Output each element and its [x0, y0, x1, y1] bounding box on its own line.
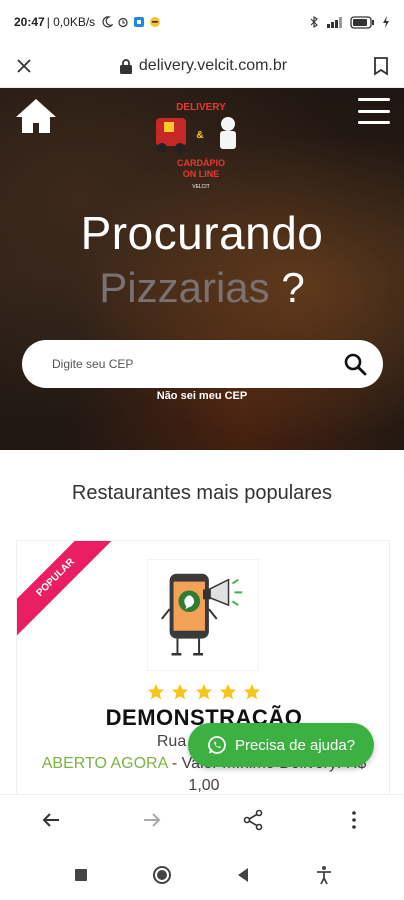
recent-apps-button[interactable]	[64, 858, 98, 892]
browser-url-bar: delivery.velcit.com.br	[0, 44, 404, 88]
status-icons	[101, 16, 161, 28]
whatsapp-icon	[208, 736, 226, 754]
open-status: ABERTO AGORA	[41, 755, 168, 772]
emoji-notification-icon	[150, 17, 161, 27]
logo-line1: DELIVERY	[176, 102, 226, 113]
close-icon[interactable]	[14, 56, 34, 76]
help-whatsapp-button[interactable]: Precisa de ajuda?	[188, 723, 374, 767]
signal-icon	[327, 17, 342, 28]
hero-subtitle: Pizzarias ?	[0, 264, 404, 312]
back-arrow-icon	[42, 812, 59, 827]
logo-brand: VELCIT	[192, 184, 210, 190]
star-icon	[219, 683, 237, 700]
cep-search-bar	[22, 340, 383, 388]
browser-bottom-toolbar	[0, 794, 404, 844]
cep-input[interactable]	[52, 357, 341, 371]
moon-icon	[102, 16, 114, 28]
search-button[interactable]	[341, 350, 369, 378]
popular-ribbon: POPULAR	[17, 541, 121, 647]
forward-button[interactable]	[132, 800, 172, 840]
bluetooth-icon	[310, 16, 318, 28]
circle-icon	[152, 866, 171, 884]
section-title: Restaurantes mais populares	[71, 482, 333, 504]
back-button[interactable]	[31, 800, 71, 840]
logo-line3: ON LINE	[183, 169, 220, 179]
url-display[interactable]: delivery.velcit.com.br	[34, 57, 372, 75]
star-icon	[171, 683, 189, 700]
no-cep-link[interactable]: Não sei meu CEP	[0, 390, 404, 402]
share-icon	[243, 809, 262, 830]
star-icon	[195, 683, 213, 700]
url-text: delivery.velcit.com.br	[138, 56, 288, 74]
system-nav-bar	[0, 850, 404, 900]
star-icon	[147, 683, 165, 700]
forward-arrow-icon	[143, 812, 160, 827]
home-icon[interactable]	[14, 96, 58, 136]
restaurant-card[interactable]: POPULAR DEMONSTRAÇÃO Rua Rua Ves ABERTO …	[16, 540, 390, 810]
status-right	[308, 15, 390, 29]
status-time: 20:47	[14, 15, 45, 29]
home-system-button[interactable]	[145, 858, 179, 892]
status-bar: 20:47 | 0,0KB/s	[0, 0, 404, 44]
status-network-speed: | 0,0KB/s	[46, 15, 96, 29]
accessibility-button[interactable]	[307, 858, 341, 892]
square-icon	[74, 869, 87, 881]
hero-highlight-word: Pizzarias	[99, 264, 270, 311]
page: 20:47 | 0,0KB/s delivery.velcit.com.br D…	[0, 0, 404, 900]
hero-title: Procurando	[80, 207, 324, 259]
more-vert-icon	[351, 810, 356, 829]
lock-icon	[119, 58, 132, 74]
alarm-icon	[118, 17, 128, 28]
rating-stars	[17, 683, 389, 701]
back-system-button[interactable]	[226, 858, 260, 892]
min-order-value: 1,00	[188, 777, 220, 794]
site-logo[interactable]: DELIVERY & CARDÁPIO ON LINE VELCIT	[150, 96, 252, 192]
bookmark-icon[interactable]	[372, 56, 390, 76]
hero-question-mark: ?	[269, 264, 305, 311]
popular-badge: POPULAR	[17, 541, 119, 641]
share-button[interactable]	[233, 800, 273, 840]
hamburger-menu-icon[interactable]	[358, 98, 390, 124]
charging-icon	[383, 16, 389, 28]
triangle-back-icon	[237, 868, 248, 882]
accessibility-icon	[316, 866, 331, 885]
help-label: Precisa de ajuda?	[234, 736, 356, 754]
battery-icon	[350, 15, 374, 29]
logo-line2: CARDÁPIO	[177, 158, 225, 168]
app-notification-icon	[134, 17, 145, 27]
logo-amp: &	[196, 130, 203, 141]
search-icon	[344, 353, 367, 376]
hero-banner: DELIVERY & CARDÁPIO ON LINE VELCIT Procu…	[0, 88, 404, 450]
more-options-button[interactable]	[334, 800, 374, 840]
star-icon	[243, 683, 261, 700]
restaurant-image[interactable]	[147, 559, 259, 671]
